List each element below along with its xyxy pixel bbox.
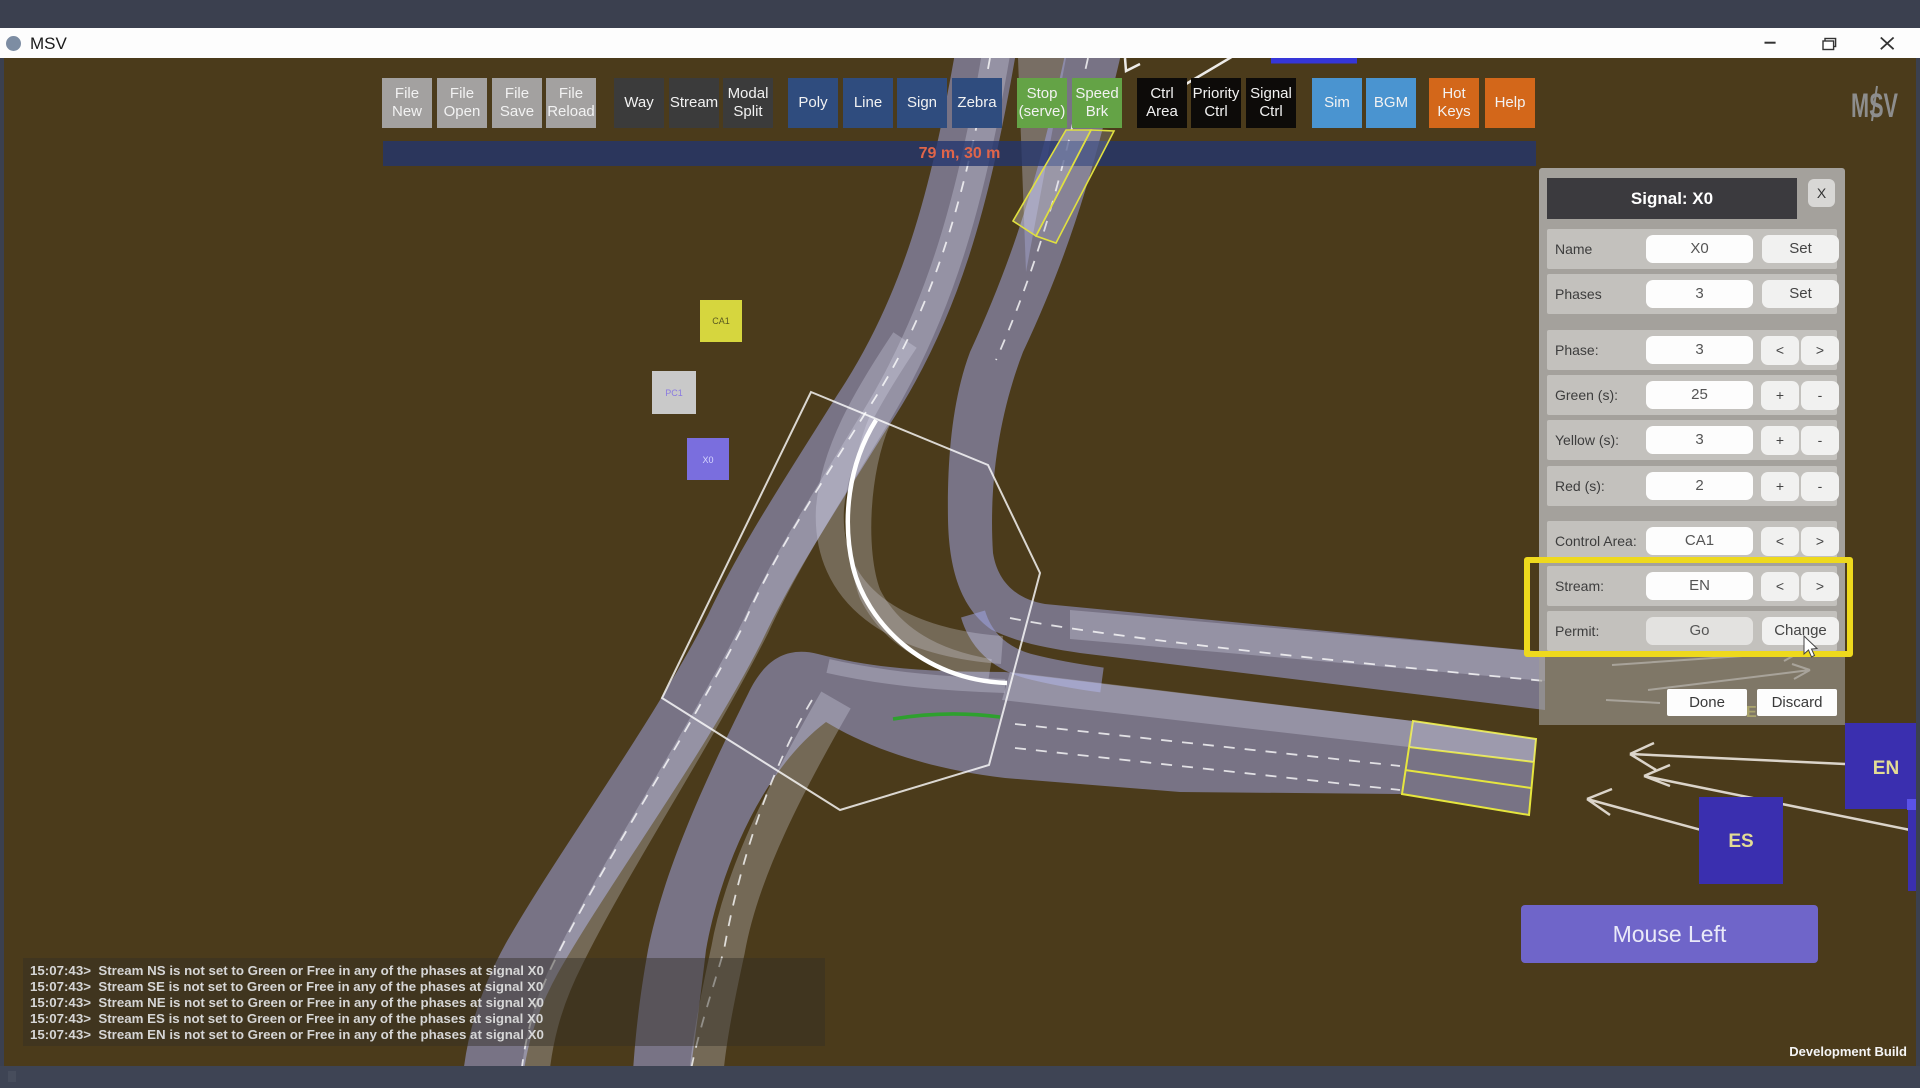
svg-text:MSV: MSV	[30, 34, 68, 53]
svg-text:PC1: PC1	[665, 388, 683, 398]
svg-text:X0: X0	[702, 455, 713, 465]
svg-text:CA1: CA1	[712, 316, 730, 326]
svg-text:EN: EN	[1873, 758, 1899, 779]
svg-text:ES: ES	[1728, 831, 1753, 852]
